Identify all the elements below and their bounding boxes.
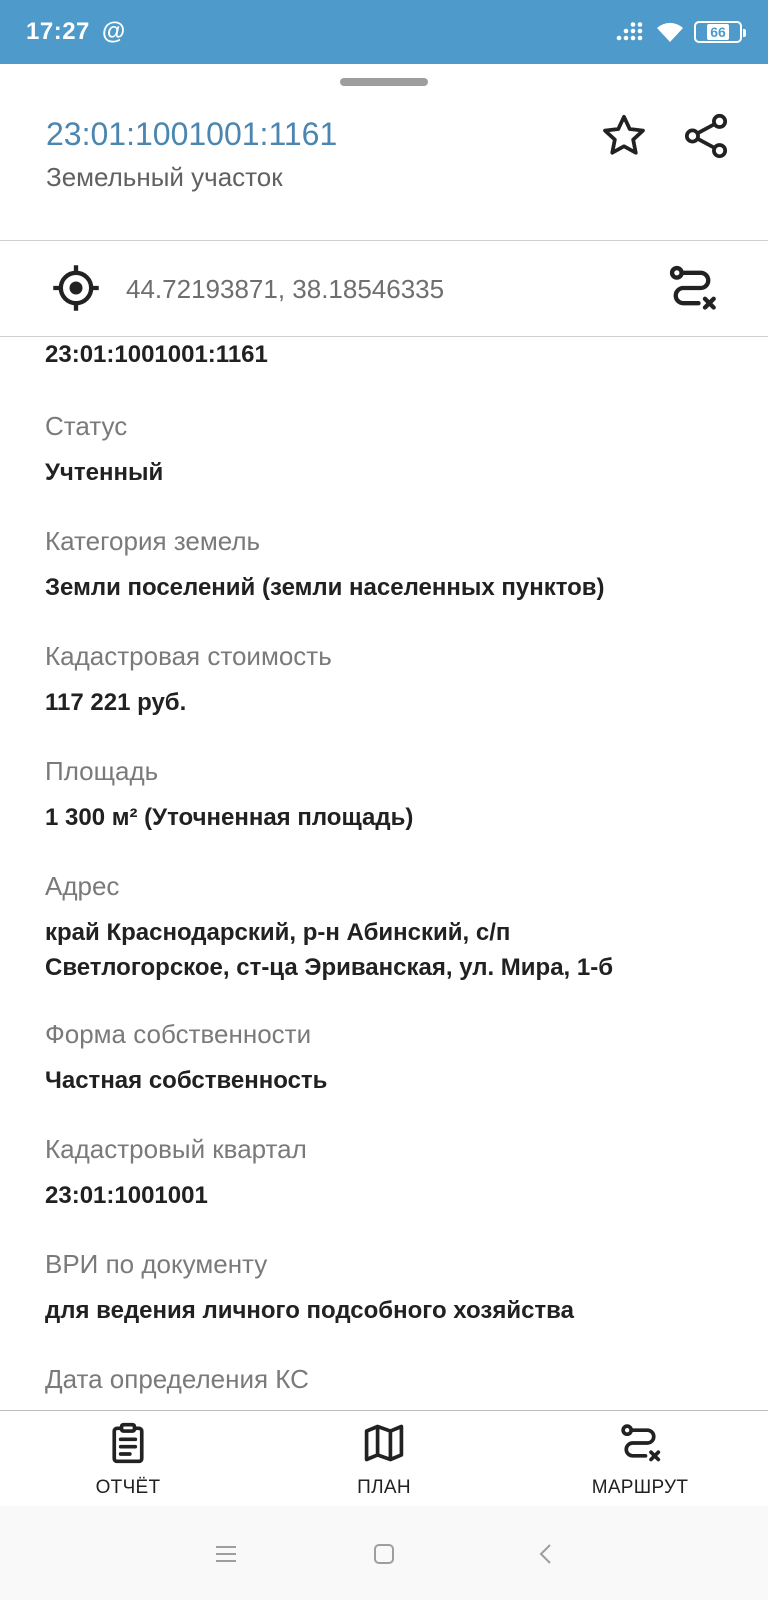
quarter-label: Кадастровый квартал <box>45 1134 307 1164</box>
object-header: 23:01:1001001:1161 Земельный участок <box>0 100 768 240</box>
ownership-label: Форма собственности <box>45 1019 312 1049</box>
wifi-icon <box>657 22 683 42</box>
report-label: ОТЧЁТ <box>95 1477 161 1498</box>
share-button[interactable] <box>676 106 736 166</box>
coordinates-row: 44.72193871, 38.18546335 <box>0 240 768 336</box>
plan-button[interactable]: ПЛАН <box>304 1419 464 1505</box>
status-bar: 17:27 @ 66 <box>0 0 768 64</box>
status-label: Статус <box>45 411 128 441</box>
crosshair-icon <box>53 265 99 311</box>
share-icon <box>684 113 728 159</box>
area-label: Площадь <box>45 756 159 786</box>
square-icon <box>374 1544 394 1564</box>
object-type: Земельный участок <box>46 162 283 192</box>
route-icon <box>621 1424 661 1462</box>
address-line-2: Светлогорское, ст-ца Эриванская, ул. Мир… <box>45 954 614 981</box>
locate-button[interactable] <box>46 258 106 318</box>
category-value: Земли поселений (земли населенных пункто… <box>45 574 605 601</box>
category-label: Категория земель <box>45 526 261 556</box>
menu-icon <box>216 1546 236 1562</box>
star-icon <box>603 114 645 155</box>
sheet-drag-handle[interactable] <box>340 78 428 86</box>
chevron-left-icon <box>539 1544 551 1564</box>
battery-level: 66 <box>707 24 729 40</box>
status-icons: 66 <box>616 21 746 43</box>
ownership-value: Частная собственность <box>45 1067 328 1094</box>
cadastral-number-value: 23:01:1001001:1161 <box>45 341 268 368</box>
cadastral-value-value: 117 221 руб. <box>45 689 187 716</box>
back-button[interactable] <box>526 1534 566 1574</box>
address-label: Адрес <box>45 871 120 901</box>
usage-label: ВРИ по документу <box>45 1249 268 1279</box>
route-icon <box>669 265 716 310</box>
valuation-date-label: Дата определения КС <box>45 1364 309 1394</box>
recent-apps-button[interactable] <box>206 1534 246 1574</box>
clipboard-icon <box>112 1422 144 1464</box>
route-button[interactable] <box>662 258 722 318</box>
plan-label: ПЛАН <box>357 1477 411 1498</box>
map-icon <box>364 1424 404 1462</box>
at-icon: @ <box>101 18 126 45</box>
cadastral-number-title: 23:01:1001001:1161 <box>46 116 338 152</box>
details-list[interactable]: 23:01:1001001:1161 Статус Учтенный Катег… <box>0 337 768 1410</box>
status-value: Учтенный <box>45 459 164 486</box>
system-nav-bar <box>0 1506 768 1600</box>
usage-value: для ведения личного подсобного хозяйства <box>45 1297 574 1324</box>
favorite-button[interactable] <box>594 106 654 166</box>
area-value: 1 300 м² (Уточненная площадь) <box>45 804 414 831</box>
home-button[interactable] <box>364 1534 404 1574</box>
quarter-value: 23:01:1001001 <box>45 1182 208 1209</box>
report-button[interactable]: ОТЧЁТ <box>48 1419 208 1505</box>
battery-icon: 66 <box>694 21 746 43</box>
status-time: 17:27 <box>26 18 90 45</box>
coordinates-text[interactable]: 44.72193871, 38.18546335 <box>126 274 444 305</box>
route-label: МАРШРУТ <box>591 1477 689 1498</box>
signal-icon <box>616 22 643 41</box>
cadastral-value-label: Кадастровая стоимость <box>45 641 332 671</box>
route-action-button[interactable]: МАРШРУТ <box>560 1419 720 1505</box>
bottom-action-bar: ОТЧЁТ ПЛАН МАРШРУТ <box>0 1410 768 1506</box>
address-line-1: край Краснодарский, р-н Абинский, с/п <box>45 919 511 946</box>
